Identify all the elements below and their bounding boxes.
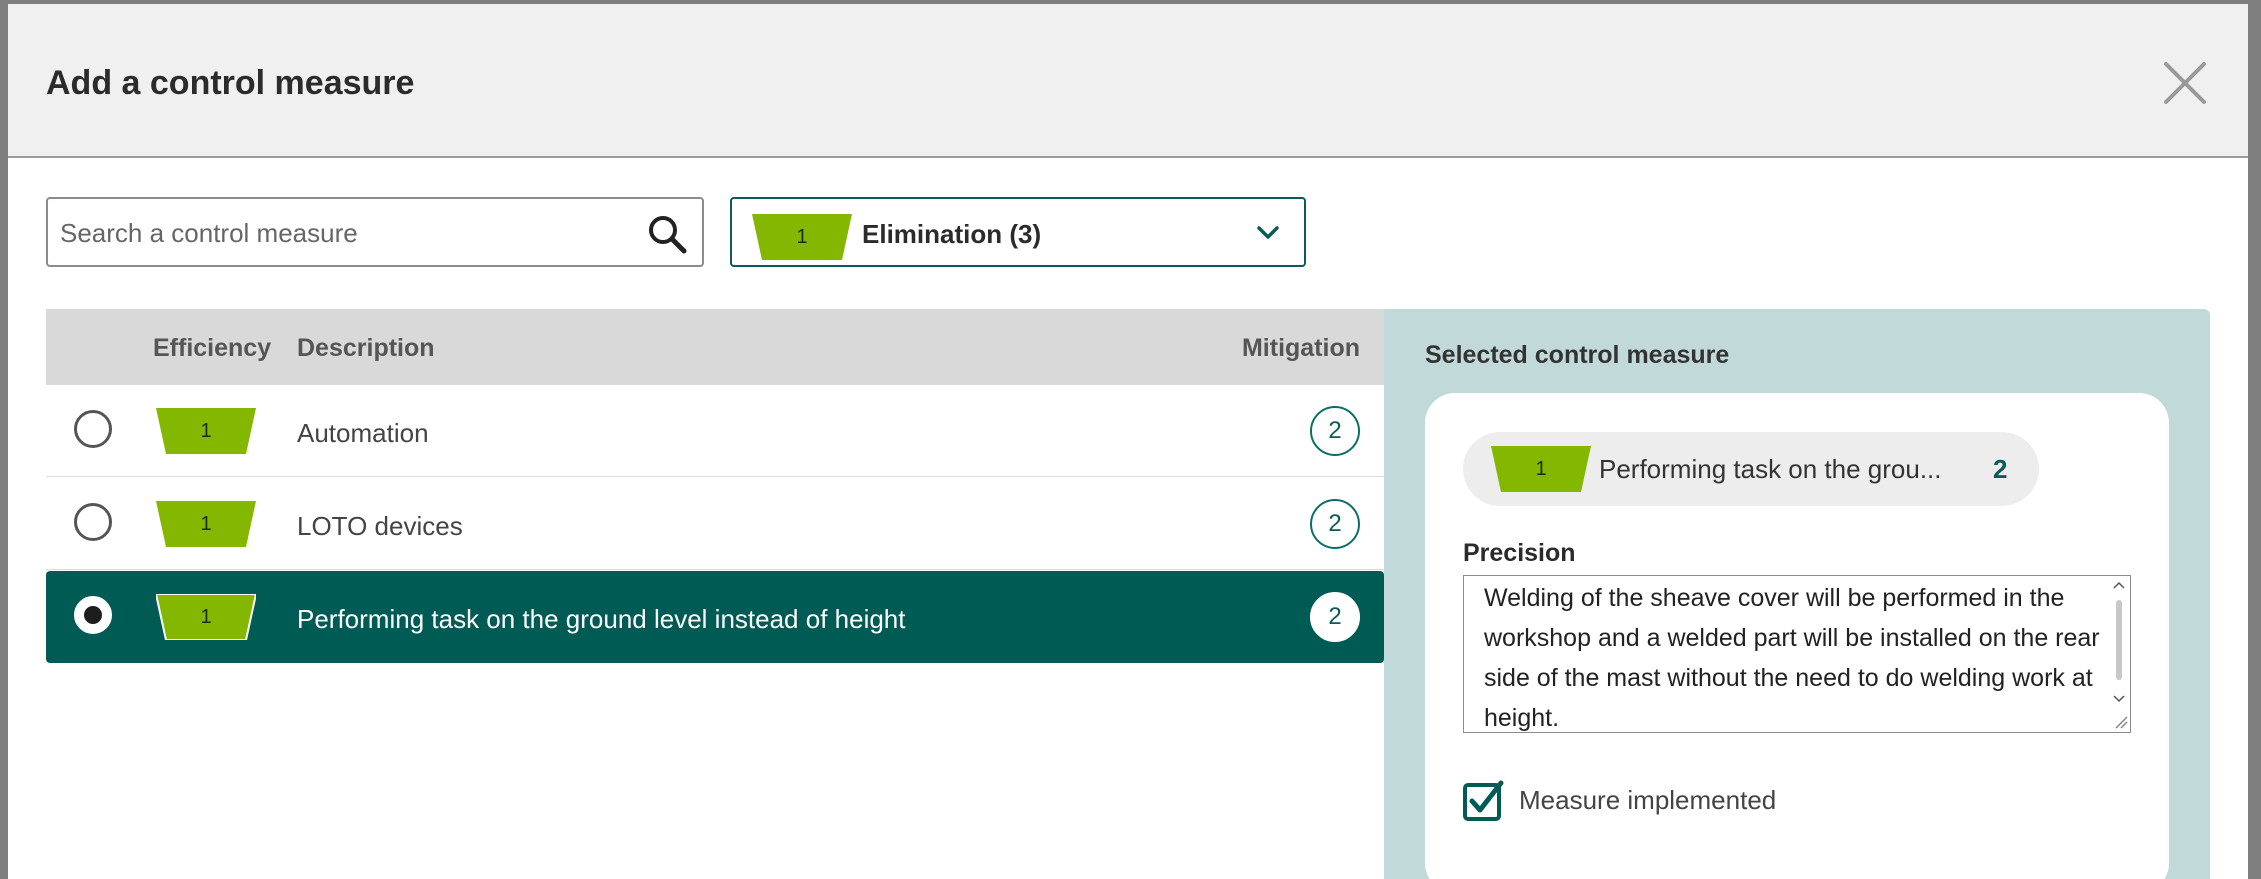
column-header-description[interactable]: Description xyxy=(297,334,435,363)
search-box xyxy=(46,197,704,267)
row-radio-checked[interactable] xyxy=(74,596,112,634)
row-radio[interactable] xyxy=(74,410,112,448)
column-header-mitigation[interactable]: Mitigation xyxy=(1242,334,1360,363)
efficiency-badge: 1 xyxy=(156,408,256,454)
precision-text: Welding of the sheave cover will be perf… xyxy=(1484,584,2100,732)
row-description: Performing task on the ground level inst… xyxy=(297,604,906,634)
table-row-selected[interactable]: 1 Performing task on the ground level in… xyxy=(46,571,1384,663)
dialog-title: Add a control measure xyxy=(46,64,415,102)
efficiency-badge: 1 xyxy=(156,594,256,640)
column-header-efficiency[interactable]: Efficiency xyxy=(153,334,271,363)
efficiency-badge-value: 1 xyxy=(200,606,212,628)
selected-panel-title: Selected control measure xyxy=(1425,341,1730,369)
table-header: Efficiency Description Mitigation xyxy=(46,309,1384,385)
precision-textarea[interactable]: Welding of the sheave cover will be perf… xyxy=(1463,575,2131,733)
search-icon[interactable] xyxy=(646,213,688,255)
close-button[interactable] xyxy=(2158,56,2212,110)
selected-measure-card: 1 Performing task on the grou... 2 Preci… xyxy=(1425,393,2169,879)
row-radio[interactable] xyxy=(74,503,112,541)
efficiency-badge: 1 xyxy=(1491,446,1591,492)
checkbox-checked-icon[interactable] xyxy=(1463,779,1505,821)
mitigation-badge: 2 xyxy=(1310,406,1360,456)
efficiency-badge: 1 xyxy=(752,214,852,260)
selected-measure-panel: Selected control measure 1 Performing ta… xyxy=(1384,309,2210,879)
mitigation-badge: 2 xyxy=(1310,499,1360,549)
table-row[interactable]: 1 Automation 2 xyxy=(46,385,1384,477)
selected-measure-mitigation: 2 xyxy=(1993,454,2008,484)
filter-label: Elimination (3) xyxy=(862,219,1042,249)
row-description: LOTO devices xyxy=(297,511,463,541)
row-description: Automation xyxy=(297,418,429,448)
efficiency-badge: 1 xyxy=(156,501,256,547)
selected-measure-chip: 1 Performing task on the grou... 2 xyxy=(1463,432,2039,506)
efficiency-filter-dropdown[interactable]: 1 Elimination (3) xyxy=(730,197,1306,267)
table-row[interactable]: 1 LOTO devices 2 xyxy=(46,478,1384,570)
precision-label: Precision xyxy=(1463,539,1576,567)
efficiency-badge-value: 1 xyxy=(200,420,212,442)
add-control-measure-dialog: Add a control measure 1 Elimination (3) … xyxy=(8,4,2248,879)
chevron-down-icon xyxy=(1257,226,1279,239)
efficiency-badge-value: 1 xyxy=(200,513,212,535)
selected-measure-label: Performing task on the grou... xyxy=(1599,454,1942,484)
textarea-scrollbar[interactable] xyxy=(2108,576,2130,732)
measure-implemented-label: Measure implemented xyxy=(1519,785,1777,815)
dialog-header: Add a control measure xyxy=(8,4,2248,158)
search-input[interactable] xyxy=(58,199,642,267)
efficiency-badge-value: 1 xyxy=(796,226,808,248)
mitigation-badge: 2 xyxy=(1310,592,1360,642)
radio-dot xyxy=(84,606,102,624)
close-icon xyxy=(2164,62,2206,104)
control-measures-table: Efficiency Description Mitigation 1 Auto… xyxy=(46,309,1384,879)
efficiency-badge-value: 1 xyxy=(1535,458,1547,480)
